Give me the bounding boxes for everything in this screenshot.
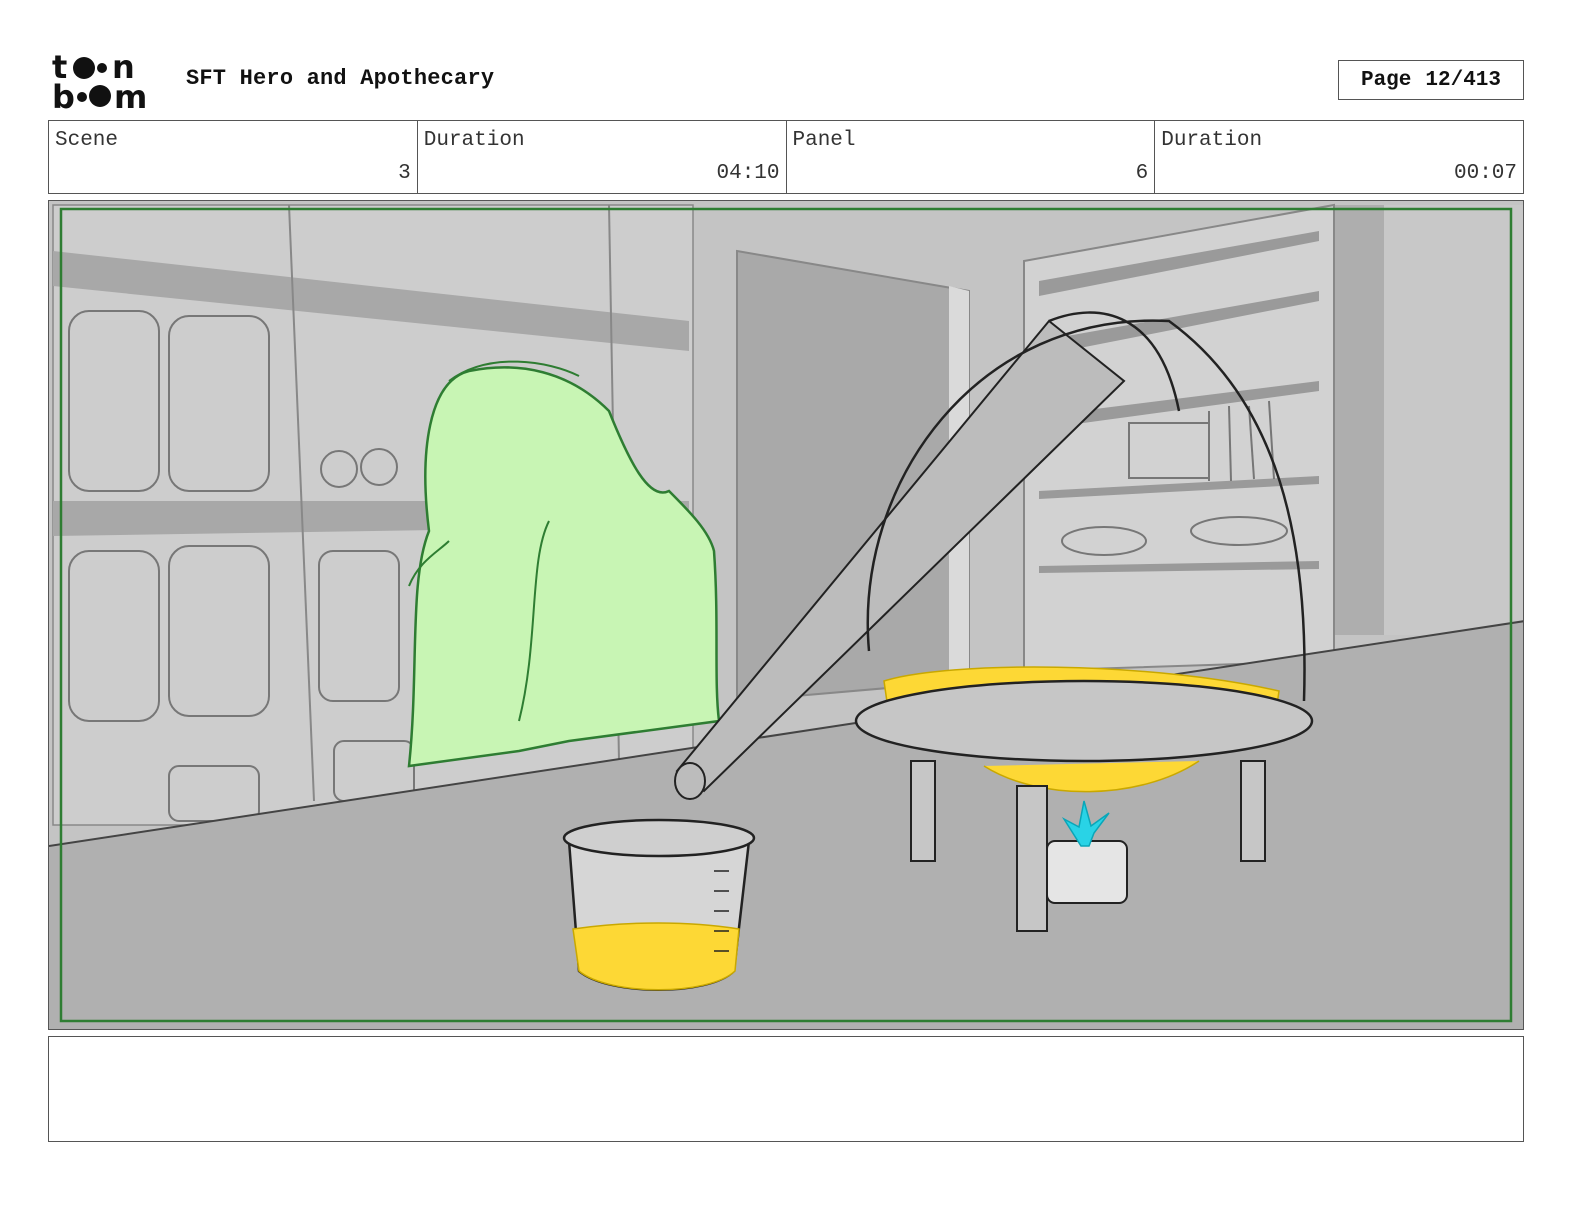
storyboard-panel-image — [48, 200, 1524, 1030]
scene-duration-label: Duration — [423, 129, 525, 152]
toon-boom-logo: t n b m — [52, 48, 164, 116]
page-indicator: Page 12/413 — [1338, 60, 1524, 100]
project-title: SFT Hero and Apothecary — [186, 66, 495, 91]
panel-duration-value: 00:07 — [1453, 162, 1517, 185]
svg-text:b: b — [52, 78, 75, 112]
panel-value: 6 — [1135, 162, 1149, 185]
panel-duration-label: Duration — [1161, 129, 1263, 152]
panel-sketch-illustration — [49, 201, 1523, 1029]
panel-duration-cell: Duration 00:07 — [1155, 121, 1523, 193]
scene-duration-value: 04:10 — [716, 162, 780, 185]
scene-label: Scene — [55, 129, 119, 152]
page-label: Page — [1360, 68, 1412, 92]
panel-info-row: Scene 3 Duration 04:10 Panel 6 Duration … — [48, 120, 1524, 194]
svg-text:m: m — [114, 78, 147, 112]
scene-duration-cell: Duration 04:10 — [418, 121, 787, 193]
page-number: 12/413 — [1425, 68, 1502, 92]
scene-value: 3 — [398, 162, 411, 185]
scene-cell: Scene 3 — [49, 121, 418, 193]
panel-notes-box — [48, 1036, 1524, 1142]
panel-label: Panel — [792, 129, 856, 152]
panel-cell: Panel 6 — [787, 121, 1156, 193]
